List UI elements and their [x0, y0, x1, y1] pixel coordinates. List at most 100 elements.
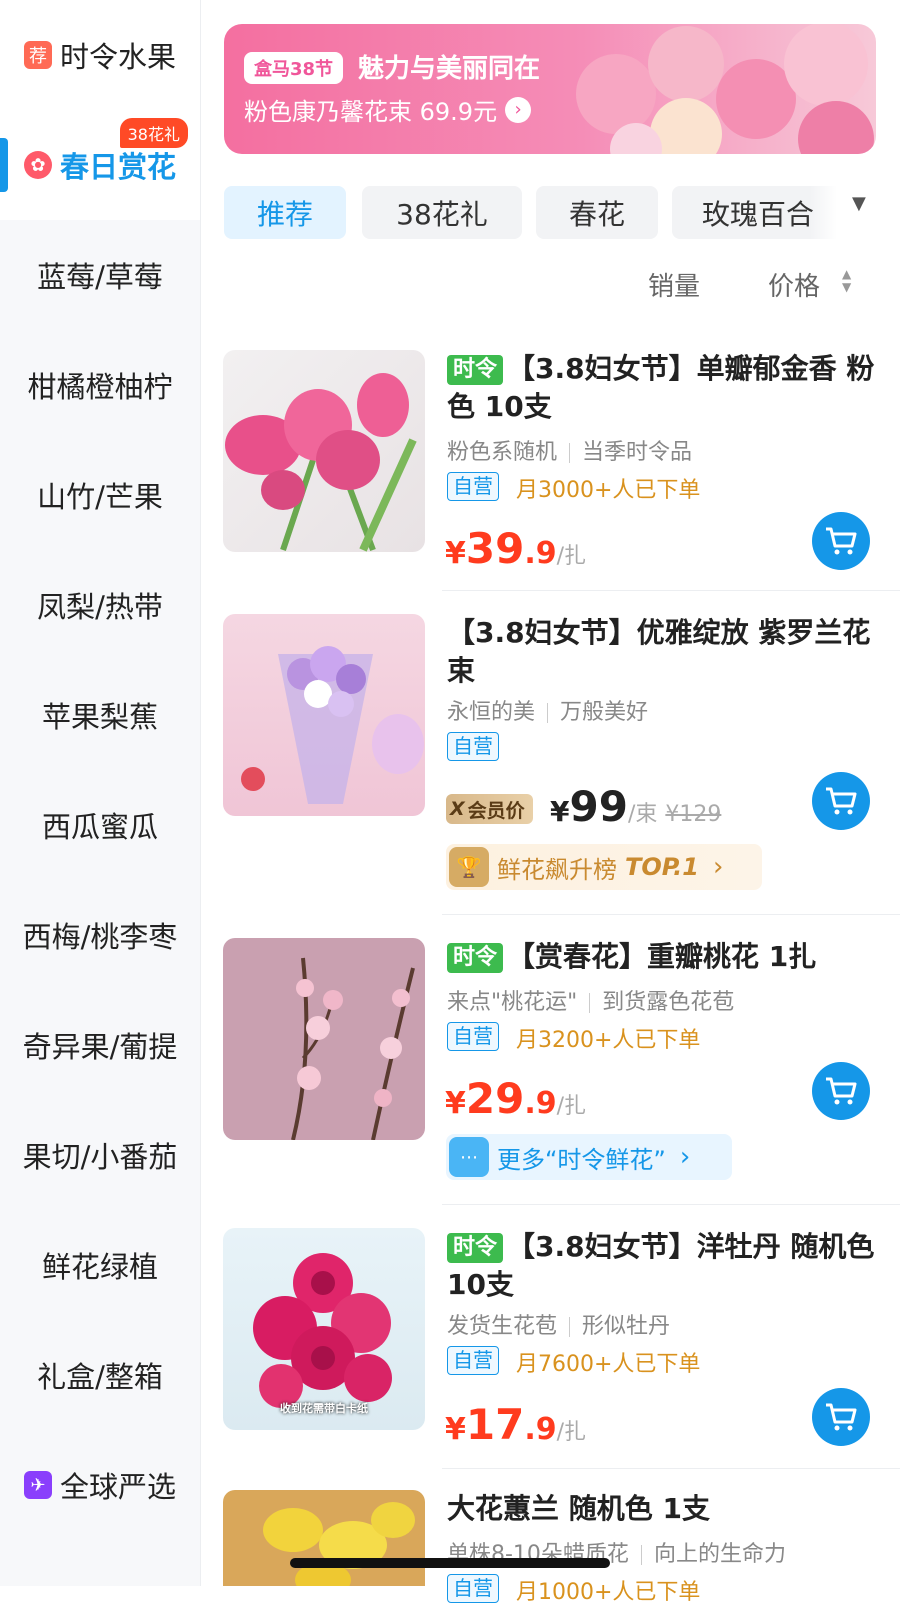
- image-caption: 收到花需带白卡纸: [280, 1402, 368, 1415]
- price-decimal: .9: [524, 536, 557, 571]
- seasonal-tag: 时令: [447, 355, 504, 385]
- chevron-down-icon[interactable]: ▼: [852, 193, 866, 214]
- ranking-banner[interactable]: 🏆 鲜花飙升榜 TOP.1 ›: [446, 844, 762, 890]
- add-to-cart-button[interactable]: [812, 512, 870, 570]
- price-unit: /扎: [556, 1094, 587, 1119]
- sidebar-item-melon[interactable]: 西瓜蜜瓜: [0, 770, 200, 880]
- price-integer: 99: [569, 782, 628, 831]
- product-title-text: 【赏春花】重瓣桃花 1扎: [507, 940, 817, 973]
- sidebar-item-label: 礼盒/整箱: [37, 1360, 163, 1394]
- sort-by-sales[interactable]: 销量: [648, 266, 700, 303]
- product-price: ¥29.9/扎: [445, 1074, 586, 1123]
- trophy-icon: 🏆: [449, 847, 489, 887]
- sidebar-item-apple-pear[interactable]: 苹果梨蕉: [0, 660, 200, 770]
- product-subtitle: 永恒的美 万般美好: [447, 694, 648, 726]
- sidebar-item-label: 西梅/桃李枣: [22, 920, 178, 954]
- price-unit: /束: [627, 802, 658, 827]
- monthly-sales: 月3000+人已下单: [516, 478, 701, 503]
- sidebar-item-label: 凤梨/热带: [37, 590, 163, 624]
- original-price: ¥129: [665, 802, 722, 827]
- flower-icon: ✿: [23, 151, 52, 179]
- price-unit: /扎: [556, 1420, 587, 1445]
- product-image[interactable]: [223, 350, 425, 552]
- promo-banner[interactable]: 盒马38节 魅力与美丽同在 粉色康乃馨花束 69.9元 ›: [224, 24, 876, 154]
- sidebar-item-cut-fruit[interactable]: 果切/小番茄: [0, 1100, 200, 1210]
- add-to-cart-button[interactable]: [812, 1062, 870, 1120]
- product-feature: 当季时令品: [582, 440, 693, 465]
- stock-bouquet-image: [241, 646, 424, 804]
- banner-subtitle: 粉色康乃馨花束 69.9元: [244, 98, 498, 126]
- sidebar-item-label: 鲜花绿植: [41, 1250, 158, 1284]
- product-image[interactable]: [223, 614, 425, 816]
- product-feature: 发货生花苞: [447, 1314, 558, 1339]
- sidebar-item-label: 西瓜蜜瓜: [41, 810, 158, 844]
- product-feature: 来点"桃花运": [447, 990, 578, 1015]
- seasonal-tag: 时令: [447, 1233, 504, 1263]
- divider: [442, 1468, 900, 1469]
- product-title[interactable]: 大花蕙兰 随机色 1支: [447, 1490, 895, 1528]
- banner-title: 魅力与美丽同在: [358, 54, 541, 84]
- price-integer: 29: [465, 1074, 525, 1123]
- member-x-icon: X: [450, 798, 465, 820]
- monthly-sales: 月1000+人已下单: [516, 1580, 701, 1605]
- cart-icon: [826, 1077, 857, 1105]
- sidebar-item-kiwi-grape[interactable]: 奇异果/葡提: [0, 990, 200, 1100]
- sidebar-item-plum[interactable]: 西梅/桃李枣: [0, 880, 200, 990]
- divider: [442, 1204, 900, 1205]
- cymbidium-image: [263, 1502, 415, 1586]
- sidebar-item-tropical[interactable]: 凤梨/热带: [0, 550, 200, 660]
- sidebar-item-flowers-plants[interactable]: 鲜花绿植: [0, 1210, 200, 1320]
- currency-symbol: ¥: [550, 795, 570, 828]
- price-integer: 39: [465, 524, 525, 573]
- member-price: ¥99/束 ¥129: [550, 782, 721, 831]
- more-seasonal-flowers-link[interactable]: ⋯ 更多“时令鲜花” ›: [446, 1134, 732, 1180]
- sidebar-item-seasonal-fruit[interactable]: 荐 时令水果: [0, 0, 200, 110]
- product-image[interactable]: [223, 1490, 425, 1586]
- sidebar-item-global-select[interactable]: ✈ 全球严选: [0, 1430, 200, 1540]
- category-sidebar: 荐 时令水果 38花礼 ✿ 春日赏花 蓝莓/草莓 柑橘橙柚柠 山竹/芒果 凤梨/…: [0, 0, 201, 1586]
- product-subtitle: 发货生花苞 形似牡丹: [447, 1308, 670, 1340]
- product-title[interactable]: 时令 【3.8妇女节】单瓣郁金香 粉色 10支: [447, 350, 895, 426]
- peach-blossom-image: [291, 957, 415, 1140]
- sidebar-item-mangosteen[interactable]: 山竹/芒果: [0, 440, 200, 550]
- product-feature: 粉色系随机: [447, 440, 558, 465]
- tab-38-gifts[interactable]: 38花礼: [362, 186, 522, 239]
- product-image[interactable]: [223, 938, 425, 1140]
- cart-icon: [826, 787, 857, 815]
- home-indicator[interactable]: [290, 1558, 610, 1568]
- tulip-image: [225, 373, 417, 552]
- seasonal-tag: 时令: [447, 943, 504, 973]
- active-indicator: [0, 138, 8, 192]
- sort-by-price[interactable]: 价格: [768, 266, 820, 303]
- sidebar-item-label: 奇异果/葡提: [22, 1030, 178, 1064]
- sidebar-badge: 38花礼: [119, 118, 188, 148]
- price-unit: /扎: [556, 544, 587, 569]
- product-feature: 永恒的美: [447, 700, 536, 725]
- self-operated-tag: 自营: [447, 732, 499, 761]
- sidebar-item-gift-box[interactable]: 礼盒/整箱: [0, 1320, 200, 1430]
- price-integer: 17: [465, 1400, 525, 1449]
- tab-recommend[interactable]: 推荐: [224, 186, 346, 239]
- product-title-text: 【3.8妇女节】洋牡丹 随机色 10支: [447, 1230, 875, 1301]
- self-operated-tag: 自营: [447, 1022, 499, 1051]
- sidebar-item-berries[interactable]: 蓝莓/草莓: [0, 220, 200, 330]
- product-title[interactable]: 【3.8妇女节】优雅绽放 紫罗兰花束: [447, 614, 895, 690]
- airplane-icon: ✈: [23, 1471, 52, 1499]
- cart-icon: [826, 527, 857, 555]
- product-title[interactable]: 时令 【3.8妇女节】洋牡丹 随机色 10支: [447, 1228, 895, 1304]
- banner-tag: 盒马38节: [244, 52, 344, 84]
- sidebar-item-spring-flowers[interactable]: 38花礼 ✿ 春日赏花: [0, 110, 200, 220]
- sidebar-item-label: 全球严选: [59, 1470, 176, 1504]
- product-price: ¥39.9/扎: [445, 524, 586, 573]
- product-title-text: 【3.8妇女节】单瓣郁金香 粉色 10支: [447, 352, 875, 423]
- tab-spring-flowers[interactable]: 春花: [536, 186, 658, 239]
- monthly-sales: 月7600+人已下单: [516, 1352, 701, 1377]
- member-price-tag: X 会员价: [446, 794, 533, 824]
- sidebar-item-citrus[interactable]: 柑橘橙柚柠: [0, 330, 200, 440]
- add-to-cart-button[interactable]: [812, 1388, 870, 1446]
- product-image[interactable]: 收到花需带白卡纸: [223, 1228, 425, 1430]
- add-to-cart-button[interactable]: [812, 772, 870, 830]
- price-decimal: .9: [524, 1412, 557, 1447]
- product-title[interactable]: 时令 【赏春花】重瓣桃花 1扎: [447, 938, 895, 976]
- ranking-label: 鲜花飙升榜: [497, 855, 617, 884]
